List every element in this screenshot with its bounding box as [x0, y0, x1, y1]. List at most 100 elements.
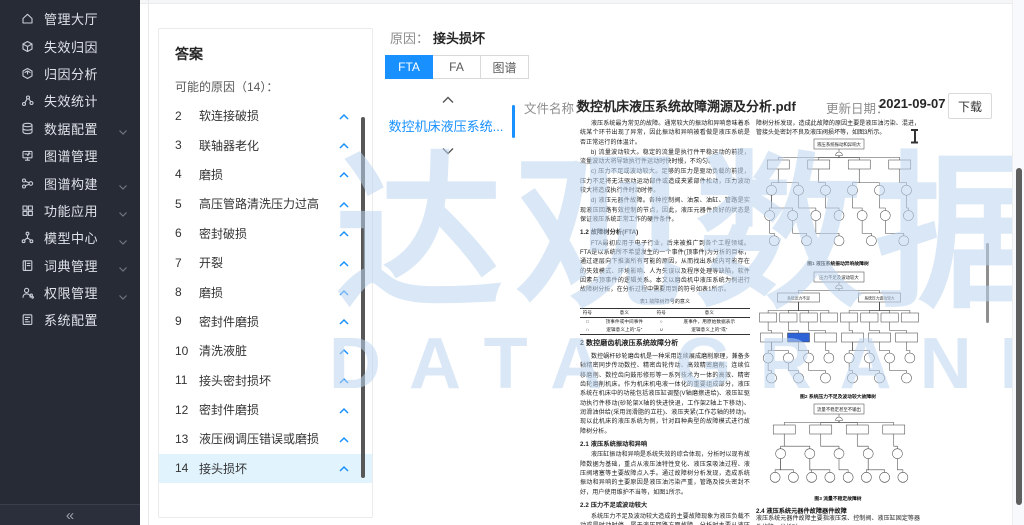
answer-row[interactable]: 7 开裂 — [159, 248, 372, 277]
answer-row[interactable]: 6 密封破损 — [159, 219, 372, 248]
chevron-down-icon — [442, 148, 454, 155]
pdf-table-body: □ 顶事件或中间事件 ○ 底事件，用原始数据表示 ∩ 逻辑意义上的“与” ∪ 逻辑意义上的“或… — [580, 318, 750, 335]
sidebar-item-归因分析[interactable]: 归因分析 — [0, 60, 140, 87]
answer-row[interactable]: 8 磨损 — [159, 277, 372, 306]
answer-label: 磨损 — [199, 167, 224, 182]
user-icon — [20, 286, 34, 300]
chevron-down-icon — [118, 289, 128, 300]
tab-图谱[interactable]: 图谱 — [481, 55, 529, 79]
pdf-table-cell: 逻辑意义上的“或” — [691, 327, 728, 333]
answer-number: 4 — [175, 167, 182, 182]
chevron-up-icon[interactable] — [338, 434, 350, 444]
chevron-up-icon[interactable] — [338, 463, 350, 473]
pdf-table-cell: □ — [585, 319, 589, 325]
pdf-heading-1-2: 1.2 故障树分析(FTA) — [580, 229, 639, 237]
pdf-right-paragraph: 障树分析发现，造成此故障的原因主要是液压油污染、混进，管接头处密封不良及液压阀损… — [756, 121, 920, 136]
doc-nav-down-button[interactable] — [440, 143, 456, 161]
pdf-document-page[interactable]: 液压系统最为常见的故障。通常较大的振动和异响意味着系统某个环节出现了异常，因此振… — [575, 116, 925, 525]
page-scrollbar[interactable] — [1012, 0, 1024, 525]
pdf-table-header-cell: 符号 — [656, 310, 666, 316]
answer-row[interactable]: 9 密封件磨损 — [159, 307, 372, 336]
sidebar-item-模型中心[interactable]: 模型中心 — [0, 224, 140, 251]
chevron-up-icon[interactable] — [338, 375, 350, 385]
answer-label: 液压阀调压错误或磨损 — [199, 432, 320, 447]
figure-1-caption: 图1 液压系统振动异响故障树 — [807, 262, 869, 267]
answer-number: 5 — [175, 196, 182, 211]
chevron-up-icon[interactable] — [338, 169, 350, 179]
pdf-heading-2: 2 数控磨齿机液压系统故障分析 — [580, 340, 679, 348]
chevron-up-icon[interactable] — [338, 111, 350, 121]
chevron-up-icon[interactable] — [338, 405, 350, 415]
tab-FTA[interactable]: FTA — [385, 55, 433, 79]
download-button[interactable]: 下载 — [948, 93, 992, 119]
chevron-up-icon[interactable] — [338, 316, 350, 326]
answer-row[interactable]: 11 接头密封损坏 — [159, 366, 372, 395]
chevron-up-icon[interactable] — [338, 199, 350, 209]
answer-row[interactable]: 13 液压阀调压错误或磨损 — [159, 424, 372, 453]
grid-icon — [20, 203, 34, 217]
pdf-paragraph: d) 液压元器件故障。各种控制阀、油泵、油缸、管路是实现液压回路有效控制的节点，… — [580, 198, 750, 223]
sidebar-item-权限管理[interactable]: 权限管理 — [0, 279, 140, 306]
answer-subtitle: 可能的原因（14）： — [175, 80, 279, 94]
sidebar-item-功能应用[interactable]: 功能应用 — [0, 197, 140, 224]
chevron-down-icon — [118, 234, 128, 245]
sidebar-item-label: 图谱管理 — [44, 149, 99, 165]
sidebar-item-数据配置[interactable]: 数据配置 — [0, 115, 140, 142]
top-divider — [140, 0, 1024, 4]
sidebar-item-图谱管理[interactable]: 图谱管理 — [0, 142, 140, 169]
answer-label: 开裂 — [199, 256, 224, 271]
fault-tree-figure-3: 流量不稳定甚至不输出 — [766, 403, 925, 498]
chevron-up-icon[interactable] — [338, 258, 350, 268]
answer-number: 2 — [175, 108, 182, 123]
answer-list-scrollbar[interactable] — [361, 117, 365, 478]
answer-row[interactable]: 14 接头损坏 — [159, 453, 372, 484]
pdf-table-cell: 顶事件或中间事件 — [605, 319, 644, 325]
answer-label: 高压管路清洗压力过高 — [199, 197, 320, 212]
pdf-left-column: 液压系统最为常见的故障。通常较大的振动和异响意味着系统某个环节出现了异常，因此振… — [580, 120, 750, 525]
tab-FA[interactable]: FA — [433, 55, 481, 79]
chevron-up-icon[interactable] — [338, 287, 350, 297]
database-icon — [20, 121, 34, 135]
chevron-up-icon[interactable] — [338, 228, 350, 238]
sidebar-item-图谱构建[interactable]: 图谱构建 — [0, 169, 140, 196]
graph-build-icon — [20, 176, 34, 190]
chevron-up-icon[interactable] — [338, 346, 350, 356]
page-scrollbar-thumb[interactable] — [1016, 168, 1022, 505]
answer-number: 12 — [175, 402, 189, 417]
answer-label: 联轴器老化 — [199, 138, 260, 153]
answer-number: 3 — [175, 138, 182, 153]
chevron-down-icon — [118, 124, 128, 136]
sidebar-item-管理大厅[interactable]: 管理大厅 — [0, 5, 140, 32]
sidebar-item-失效归因[interactable]: 失效归因 — [0, 32, 140, 59]
sidebar-item-词典管理[interactable]: 词典管理 — [0, 252, 140, 279]
cube-icon — [20, 39, 34, 53]
answer-row[interactable]: 3 联轴器老化 — [159, 130, 372, 159]
model-icon — [20, 231, 34, 245]
pdf-heading-2-2: 2.2 压力不足或波动较大 — [580, 501, 648, 509]
panel-divider — [148, 0, 149, 525]
answer-number: 10 — [175, 343, 189, 358]
doc-nav-current-item[interactable]: 数控机床液压系统... — [386, 116, 506, 135]
answer-row[interactable]: 5 高压管路清洗压力过高 — [159, 189, 372, 218]
pdf-table-cell: ∪ — [659, 327, 664, 333]
answer-label: 密封破损 — [199, 226, 248, 241]
chevron-up-icon[interactable] — [338, 140, 350, 150]
fault-tree-figure-2: 压力不足及波动较大 系统压力不足 系统压力波动较大 — [758, 271, 920, 395]
answer-number: 13 — [175, 431, 189, 446]
answer-row[interactable]: 12 密封件磨损 — [159, 395, 372, 424]
answer-row[interactable]: 2 软连接破损 — [159, 101, 372, 130]
sidebar-item-系统配置[interactable]: 系统配置 — [0, 306, 140, 333]
sidebar-item-失效统计[interactable]: 失效统计 — [0, 87, 140, 114]
doc-nav-up-button[interactable] — [440, 92, 456, 110]
answer-row[interactable]: 10 清洗液脏 — [159, 336, 372, 365]
pdf-paragraph: 系统压力不足及波动较大造成的主要故障现象为液压负载不动或是时动时停，属于液压回路… — [580, 513, 750, 525]
answer-row[interactable]: 4 磨损 — [159, 160, 372, 189]
sidebar-item-label: 数据配置 — [44, 121, 99, 137]
pdf-table-cell: 底事件，用原始数据表示 — [683, 319, 736, 325]
answer-label: 磨损 — [199, 285, 224, 300]
pdf-table-cell: ○ — [659, 319, 663, 325]
sidebar-collapse-button[interactable]: « — [0, 504, 140, 525]
answer-number: 7 — [175, 255, 182, 270]
svg-text:系统压力不足: 系统压力不足 — [787, 295, 810, 300]
pdf-scrollbar[interactable] — [986, 243, 989, 323]
